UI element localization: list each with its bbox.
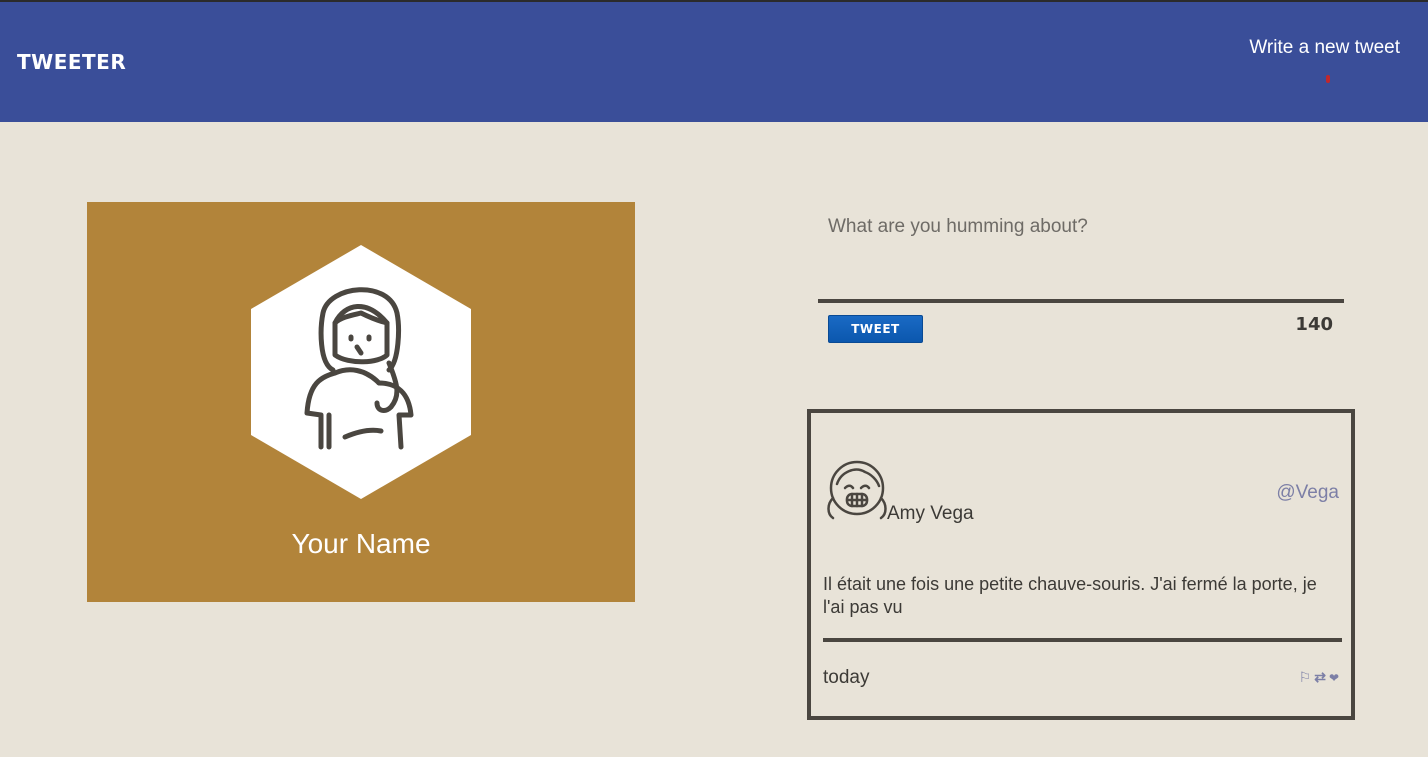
tweet-actions: ⚐ ⇄ ❤ [1299,669,1339,686]
notification-dot [1326,75,1330,83]
retweet-icon[interactable]: ⇄ [1314,669,1326,686]
heart-icon[interactable]: ❤ [1329,671,1339,685]
tweet-timestamp: today [823,667,870,688]
brand-logo[interactable]: TWEETER [17,50,126,74]
tweet-composer-input[interactable] [818,206,1344,296]
tweet-author-name: Amy Vega [887,503,974,524]
girl-avatar-icon [827,460,887,520]
composer-divider [818,299,1344,303]
flag-icon[interactable]: ⚐ [1299,669,1312,686]
navbar: TWEETER Write a new tweet [0,2,1428,122]
hexagon-avatar-icon [251,245,471,499]
character-counter: 140 [1295,314,1333,335]
profile-name: Your Name [291,528,431,559]
tweet-card: Amy Vega @Vega Il était une fois une pet… [807,409,1355,720]
tweet-button[interactable]: TWEET [828,315,923,343]
tweet-divider [823,638,1342,642]
write-new-tweet-link[interactable]: Write a new tweet [1249,37,1400,59]
tweet-body: Il était une fois une petite chauve-sour… [823,574,1317,617]
profile-avatar [249,243,473,501]
tweet-author-handle[interactable]: @Vega [1276,482,1339,504]
profile-card: Your Name [87,202,635,602]
avatar [825,454,889,522]
